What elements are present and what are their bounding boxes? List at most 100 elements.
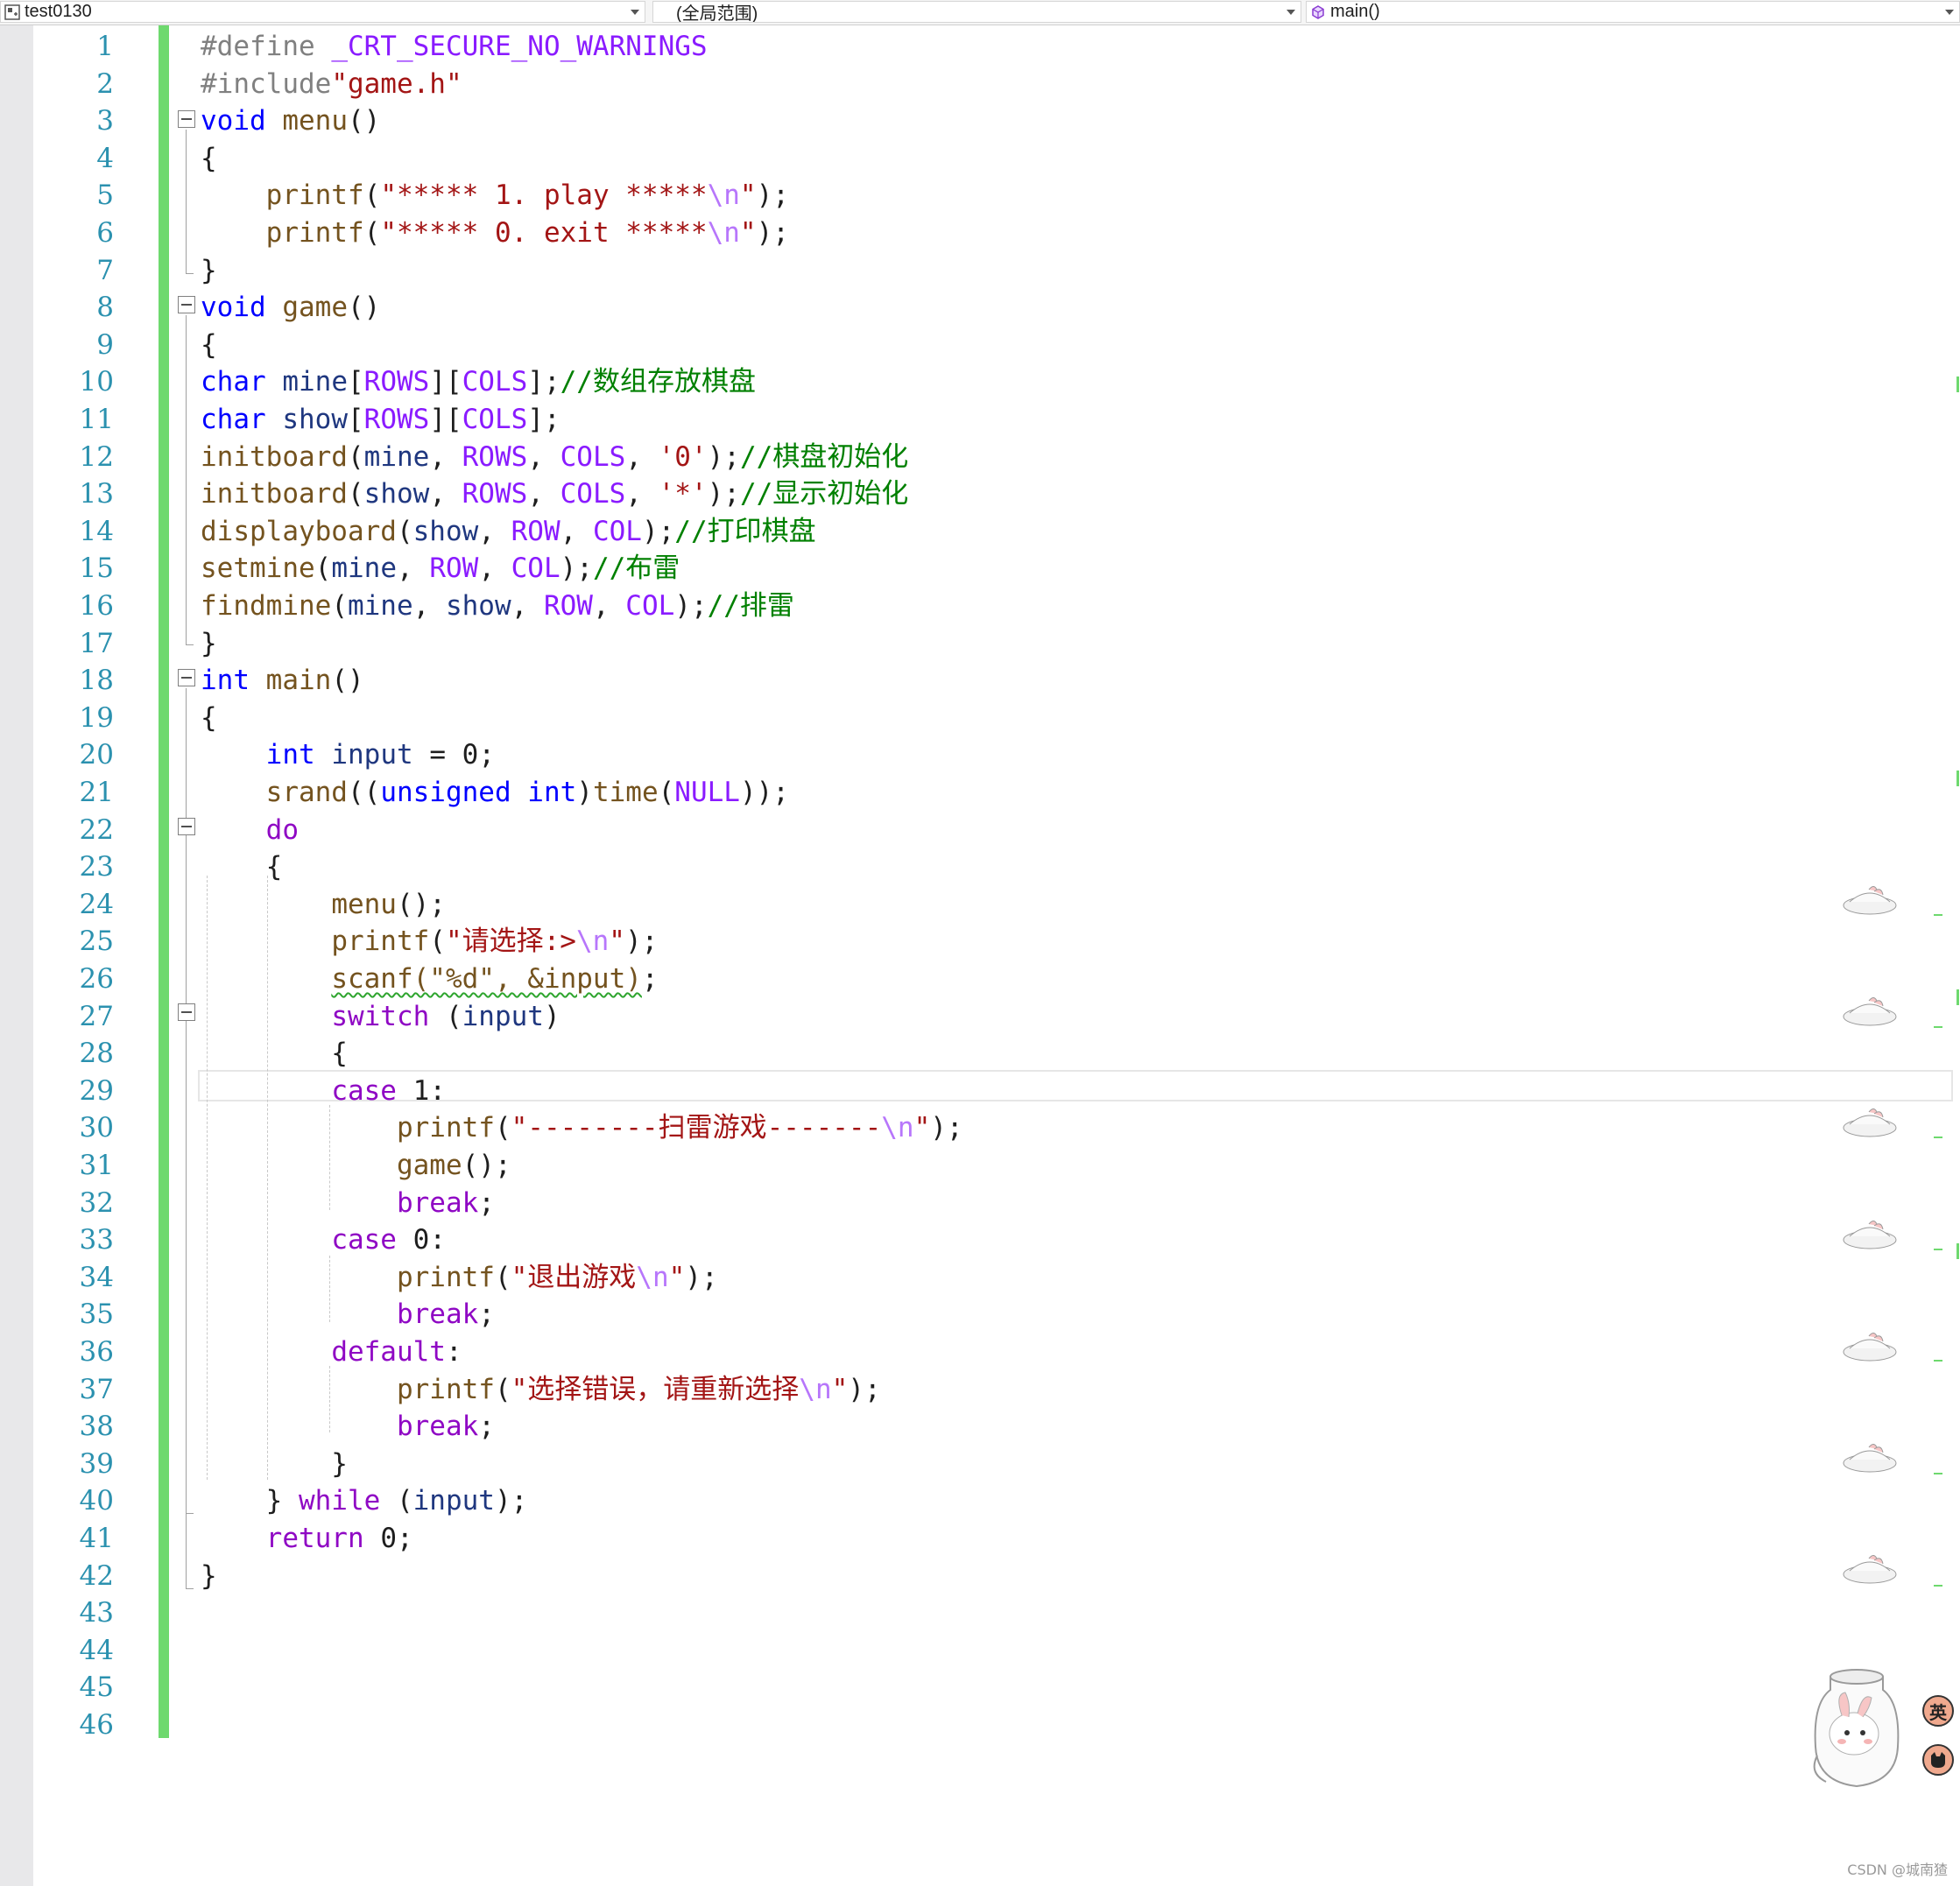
code-text[interactable]: return 0; (201, 1520, 413, 1557)
code-line[interactable]: 2 #include"game.h" (0, 66, 1960, 102)
code-text[interactable]: scanf("%d", &input); (201, 961, 658, 997)
code-text[interactable]: case 0: (201, 1221, 446, 1258)
code-line[interactable]: 10 char mine[ROWS][COLS];//数组存放棋盘 (0, 363, 1960, 400)
code-text[interactable]: initboard(mine, ROWS, COLS, '0');//棋盘初始化 (201, 439, 908, 475)
code-line[interactable]: 31 game(); (0, 1147, 1960, 1184)
code-line[interactable]: 23 { (0, 848, 1960, 885)
code-text[interactable]: { (201, 140, 217, 177)
code-line[interactable]: 13 initboard(show, ROWS, COLS, '*');//显示初… (0, 475, 1960, 512)
code-line[interactable]: 32 break; (0, 1185, 1960, 1221)
code-line[interactable]: 3 void menu() (0, 102, 1960, 139)
code-line[interactable]: 38 break; (0, 1408, 1960, 1445)
code-line[interactable]: 27 switch (input) (0, 998, 1960, 1035)
code-line[interactable]: 18 int main() (0, 662, 1960, 699)
code-line[interactable]: 41 return 0; (0, 1520, 1960, 1557)
code-text[interactable]: char mine[ROWS][COLS];//数组存放棋盘 (201, 363, 756, 400)
code-text[interactable]: void game() (201, 289, 380, 326)
code-text[interactable]: printf("选择错误，请重新选择\n"); (201, 1371, 881, 1408)
code-line[interactable]: 44 (0, 1632, 1960, 1669)
line-number: 5 (96, 179, 114, 212)
code-text[interactable]: } (201, 1558, 217, 1594)
code-line[interactable]: 45 (0, 1669, 1960, 1706)
code-text[interactable]: srand((unsigned int)time(NULL)); (201, 774, 789, 811)
scope-dropdown[interactable]: (全局范围) (652, 1, 1301, 23)
code-text[interactable]: #include"game.h" (201, 66, 462, 102)
code-text[interactable]: displayboard(show, ROW, COL);//打印棋盘 (201, 513, 816, 550)
code-line[interactable]: 28 { (0, 1035, 1960, 1072)
code-text[interactable]: case 1: (201, 1073, 446, 1109)
code-token: ROWS (363, 366, 430, 398)
code-line[interactable]: 6 printf("***** 0. exit *****\n"); (0, 215, 1960, 251)
code-line[interactable]: 4{ (0, 140, 1960, 177)
code-line[interactable]: 14 displayboard(show, ROW, COL);//打印棋盘 (0, 513, 1960, 550)
code-text[interactable]: { (201, 700, 217, 736)
rabbit-jar-mascot-icon[interactable] (1800, 1659, 1914, 1791)
code-text[interactable]: #define _CRT_SECURE_NO_WARNINGS (201, 28, 708, 65)
code-text[interactable]: printf("***** 1. play *****\n"); (201, 177, 789, 214)
code-line[interactable]: 20 int input = 0; (0, 736, 1960, 773)
code-text[interactable]: break; (201, 1185, 495, 1221)
code-text[interactable]: findmine(mine, show, ROW, COL);//排雷 (201, 588, 794, 624)
ime-language-button[interactable]: 英 (1922, 1695, 1954, 1727)
code-text[interactable]: break; (201, 1408, 495, 1445)
code-text[interactable]: printf("***** 0. exit *****\n"); (201, 215, 789, 251)
code-text[interactable]: int input = 0; (201, 736, 495, 773)
code-text[interactable]: { (201, 848, 283, 885)
code-line[interactable]: 12 initboard(mine, ROWS, COLS, '0');//棋盘初… (0, 439, 1960, 475)
code-line[interactable]: 1 #define _CRT_SECURE_NO_WARNINGS (0, 28, 1960, 65)
code-line[interactable]: 15 setmine(mine, ROW, COL);//布雷 (0, 550, 1960, 587)
code-line[interactable]: 42} (0, 1558, 1960, 1594)
code-text[interactable]: initboard(show, ROWS, COLS, '*');//显示初始化 (201, 475, 908, 512)
code-line[interactable]: 43 (0, 1594, 1960, 1631)
code-text[interactable]: { (201, 327, 217, 363)
code-line[interactable]: 29 case 1: (0, 1073, 1960, 1109)
code-text[interactable]: printf("--------扫雷游戏-------\n"); (201, 1109, 963, 1146)
member-dropdown[interactable]: main() (1306, 1, 1960, 23)
code-text[interactable]: menu(); (201, 886, 446, 923)
code-line[interactable]: 21 srand((unsigned int)time(NULL)); (0, 774, 1960, 811)
code-token: , (478, 552, 511, 585)
code-line[interactable]: 16 findmine(mine, show, ROW, COL);//排雷 (0, 588, 1960, 624)
code-text[interactable]: default: (201, 1334, 462, 1370)
code-text[interactable]: setmine(mine, ROW, COL);//布雷 (201, 550, 680, 587)
code-line[interactable]: 9{ (0, 327, 1960, 363)
code-text[interactable]: game(); (201, 1147, 511, 1184)
code-token: , (527, 478, 561, 510)
code-text[interactable]: printf("退出游戏\n"); (201, 1259, 718, 1296)
code-text[interactable]: switch (input) (201, 998, 560, 1035)
project-dropdown[interactable]: test0130 (0, 1, 645, 23)
code-line[interactable]: 37 printf("选择错误，请重新选择\n"); (0, 1371, 1960, 1408)
code-text[interactable]: } while (input); (201, 1482, 528, 1519)
code-line[interactable]: 7} (0, 252, 1960, 289)
ime-settings-button[interactable] (1922, 1744, 1954, 1776)
code-line[interactable]: 34 printf("退出游戏\n"); (0, 1259, 1960, 1296)
code-line[interactable]: 40 } while (input); (0, 1482, 1960, 1519)
code-line[interactable]: 19 { (0, 700, 1960, 736)
code-text[interactable]: } (201, 625, 217, 662)
code-line[interactable]: 26 scanf("%d", &input); (0, 961, 1960, 997)
code-text[interactable]: } (201, 252, 217, 289)
code-line[interactable]: 30 printf("--------扫雷游戏-------\n"); (0, 1109, 1960, 1146)
code-line[interactable]: 33 case 0: (0, 1221, 1960, 1258)
code-text[interactable]: printf("请选择:>\n"); (201, 923, 658, 960)
code-text[interactable]: char show[ROWS][COLS]; (201, 401, 561, 438)
code-line[interactable]: 39 } (0, 1446, 1960, 1482)
code-line[interactable]: 24 menu(); (0, 886, 1960, 923)
code-line[interactable]: 46 (0, 1707, 1960, 1743)
code-text[interactable]: do (201, 812, 299, 848)
code-line[interactable]: 17} (0, 625, 1960, 662)
code-line[interactable]: 25 printf("请选择:>\n"); (0, 923, 1960, 960)
line-number: 24 (79, 888, 114, 920)
code-text[interactable]: } (201, 1446, 348, 1482)
code-line[interactable]: 22 do (0, 812, 1960, 848)
code-line[interactable]: 36 default: (0, 1334, 1960, 1370)
code-line[interactable]: 35 break; (0, 1296, 1960, 1333)
code-text[interactable]: int main() (201, 662, 364, 699)
code-line[interactable]: 11 char show[ROWS][COLS]; (0, 401, 1960, 438)
code-token: //排雷 (707, 590, 794, 622)
code-line[interactable]: 8 void game() (0, 289, 1960, 326)
code-text[interactable]: { (201, 1035, 348, 1072)
code-text[interactable]: void menu() (201, 102, 380, 139)
code-text[interactable]: break; (201, 1296, 495, 1333)
code-line[interactable]: 5 printf("***** 1. play *****\n"); (0, 177, 1960, 214)
